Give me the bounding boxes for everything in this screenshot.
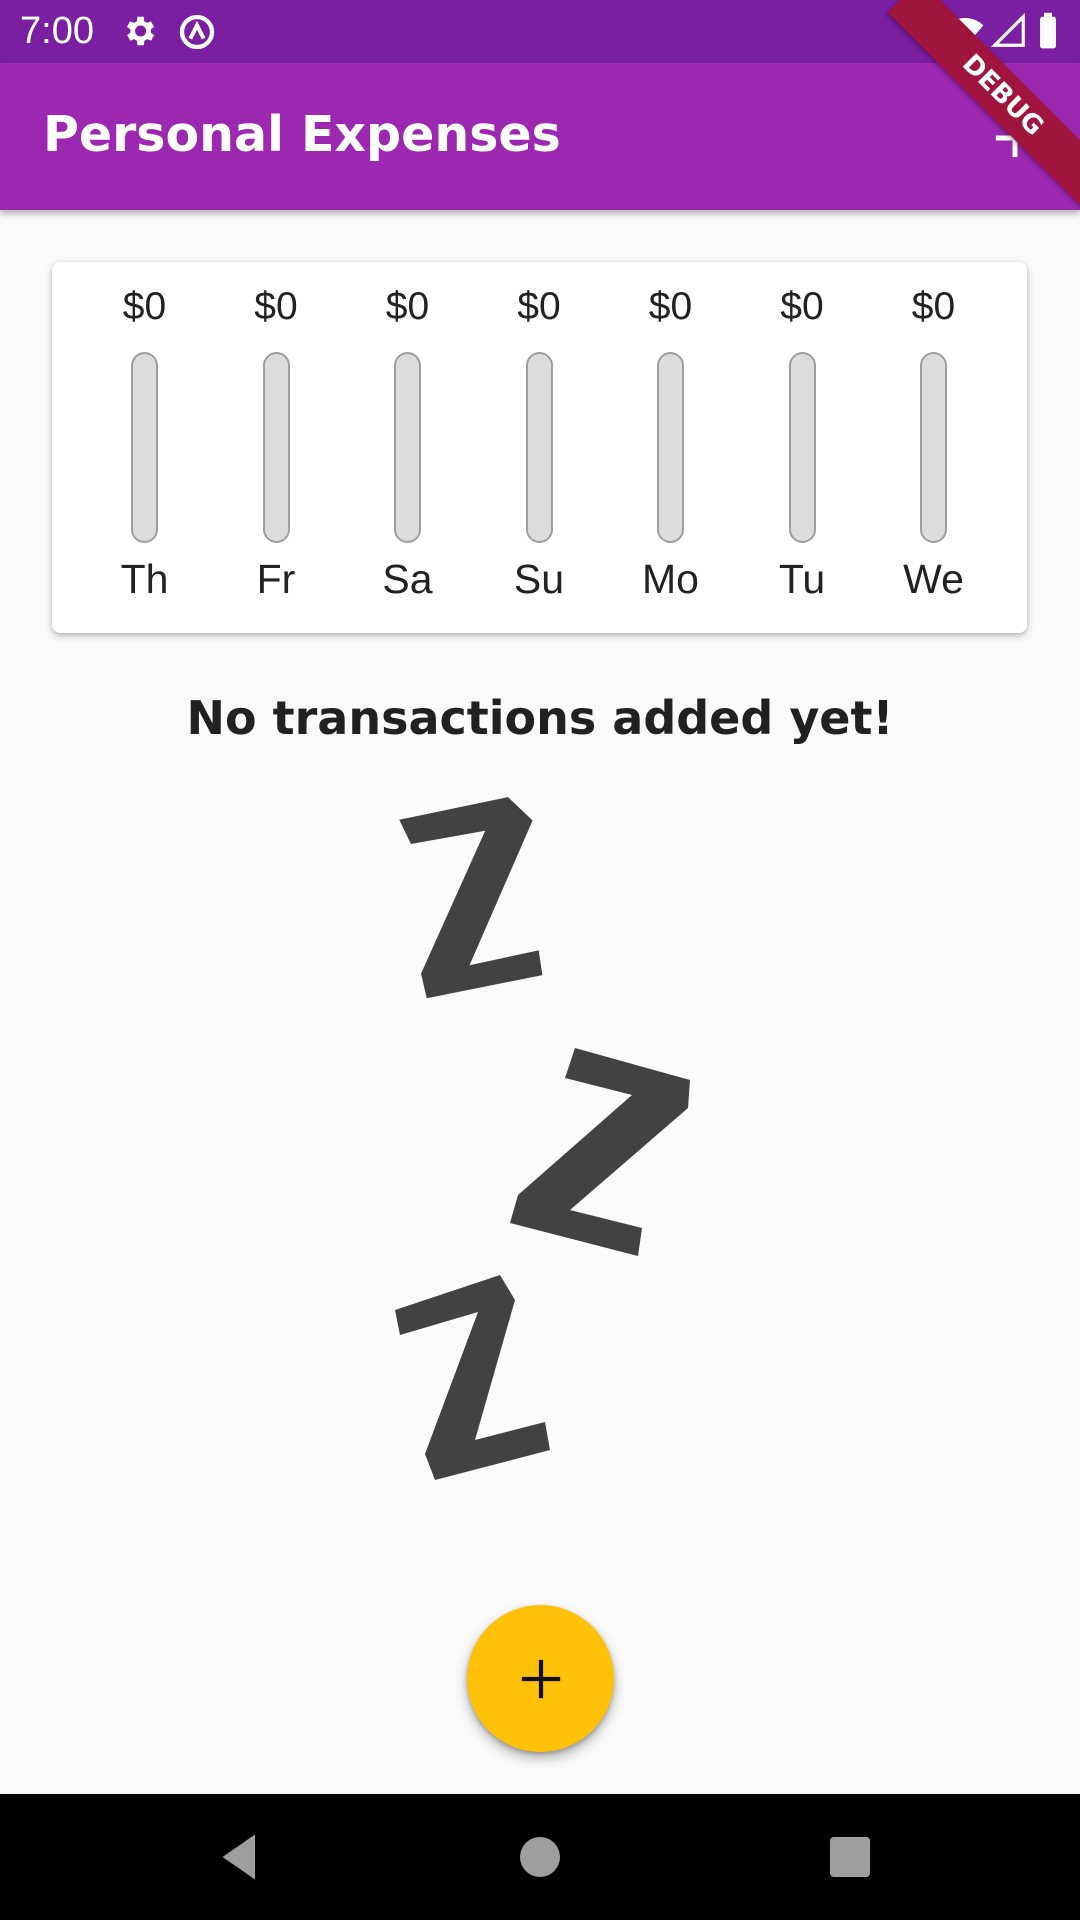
- fab-add-button[interactable]: [467, 1605, 614, 1752]
- chart-bar-th: $0 Th: [79, 262, 210, 633]
- bar-track: [262, 352, 290, 543]
- bar-amount: $0: [517, 285, 561, 328]
- chart-bar-mo: $0 Mo: [605, 262, 736, 633]
- bar-day-label: Mo: [642, 556, 699, 602]
- bar-track: [920, 352, 947, 543]
- app-title: Personal Expenses: [43, 106, 561, 163]
- battery-icon: [1036, 12, 1060, 54]
- data-saver-icon: [177, 12, 217, 56]
- weekly-chart-card: $0 Th $0 Fr $0 Sa $0 Su $0 Mo $0 Tu $0 We: [52, 262, 1027, 633]
- add-icon: [521, 1659, 560, 1698]
- empty-state-title: No transactions added yet!: [186, 691, 894, 745]
- bar-amount: $0: [122, 285, 167, 328]
- bar-amount: $0: [911, 285, 956, 328]
- chart-bars: $0 Th $0 Fr $0 Sa $0 Su $0 Mo $0 Tu $0 We: [79, 262, 999, 633]
- sleeping-zzz-icon: [370, 790, 710, 1494]
- app-bar: Personal Expenses: [0, 63, 1080, 210]
- chart-bar-tu: $0 Tu: [737, 262, 868, 633]
- home-icon[interactable]: [510, 1827, 570, 1887]
- bar-day-label: Sa: [382, 556, 433, 602]
- bar-track: [394, 352, 421, 543]
- back-icon[interactable]: [210, 1827, 270, 1887]
- bar-day-label: Fr: [256, 556, 296, 602]
- bar-day-label: Su: [513, 556, 565, 602]
- chart-bar-fr: $0 Fr: [211, 262, 342, 633]
- bar-day-label: Tu: [778, 556, 826, 602]
- status-time: 7:00: [20, 10, 94, 52]
- bar-amount: $0: [254, 285, 298, 328]
- navigation-bar: [0, 1794, 1080, 1920]
- recents-icon[interactable]: [820, 1827, 880, 1887]
- bar-track: [657, 352, 684, 543]
- bar-amount: $0: [648, 285, 693, 328]
- bar-track: [131, 352, 158, 543]
- bar-track: [525, 352, 553, 543]
- bar-day-label: Th: [120, 556, 169, 602]
- bar-amount: $0: [385, 285, 430, 328]
- signal-icon: [990, 12, 1028, 54]
- bar-day-label: We: [903, 556, 964, 602]
- chart-bar-we: $0 We: [868, 262, 999, 633]
- chart-bar-sa: $0 Sa: [342, 262, 473, 633]
- gear-icon: [120, 12, 158, 54]
- chart-bar-su: $0 Su: [474, 262, 605, 633]
- bar-amount: $0: [780, 285, 824, 328]
- bar-track: [788, 352, 816, 543]
